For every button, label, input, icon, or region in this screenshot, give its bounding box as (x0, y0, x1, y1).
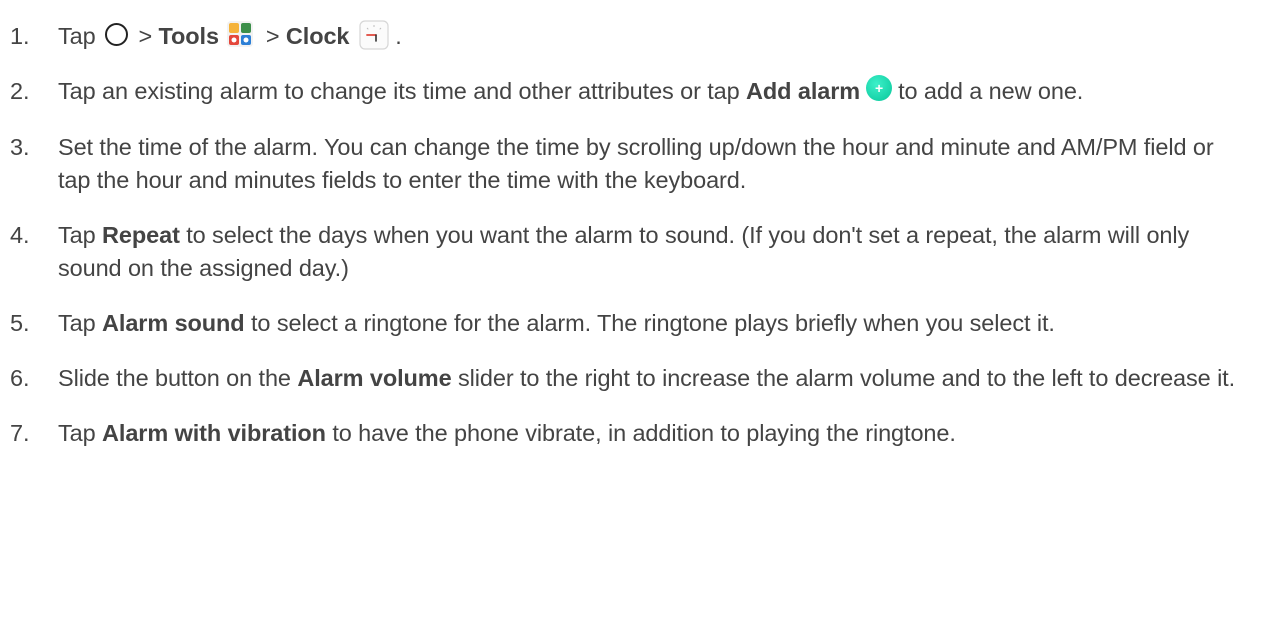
step-number: 3. (10, 134, 30, 160)
step-text: Tap an existing alarm to change its time… (58, 78, 740, 104)
instruction-steps: 1. Tap > Tools > Clock . 2. Tap an exist… (0, 0, 1266, 450)
clock-app-icon (359, 20, 389, 50)
step-6: 6. Slide the button on the Alarm volume … (0, 362, 1266, 395)
alarm-vibration-label: Alarm with vibration (102, 420, 326, 446)
step-5: 5. Tap Alarm sound to select a ringtone … (0, 307, 1266, 340)
home-button-icon (105, 23, 129, 46)
step-text: > (138, 23, 153, 49)
step-number: 1. (10, 23, 30, 49)
tools-label: Tools (158, 23, 220, 49)
tools-folder-icon (227, 21, 254, 47)
alarm-volume-label: Alarm volume (297, 365, 452, 391)
step-text: slider to the right to increase the alar… (457, 365, 1236, 391)
step-text: Tap (58, 23, 96, 49)
step-number: 4. (10, 222, 30, 248)
step-text: Tap (58, 310, 96, 336)
step-4: 4. Tap Repeat to select the days when yo… (0, 219, 1266, 285)
repeat-label: Repeat (102, 222, 180, 248)
alarm-sound-label: Alarm sound (102, 310, 245, 336)
step-text: to add a new one. (898, 78, 1084, 104)
step-2: 2. Tap an existing alarm to change its t… (0, 75, 1266, 109)
step-1: 1. Tap > Tools > Clock . (0, 20, 1266, 53)
step-text: Slide the button on the (58, 365, 291, 391)
step-text: . (395, 23, 402, 49)
add-alarm-plus-icon: + (866, 75, 893, 101)
step-text: Set the time of the alarm. You can chang… (58, 134, 1214, 193)
step-number: 5. (10, 310, 30, 336)
step-3: 3. Set the time of the alarm. You can ch… (0, 131, 1266, 197)
step-number: 2. (10, 78, 30, 104)
step-number: 7. (10, 420, 30, 446)
step-text: to select the days when you want the ala… (58, 222, 1190, 281)
step-text: > (265, 23, 280, 49)
step-text: Tap (58, 420, 96, 446)
add-alarm-label: Add alarm (746, 78, 861, 104)
step-number: 6. (10, 365, 30, 391)
step-text: to select a ringtone for the alarm. The … (251, 310, 1055, 336)
step-text: Tap (58, 222, 96, 248)
step-text: to have the phone vibrate, in addition t… (332, 420, 956, 446)
clock-label: Clock (285, 23, 350, 49)
step-7: 7. Tap Alarm with vibration to have the … (0, 417, 1266, 450)
